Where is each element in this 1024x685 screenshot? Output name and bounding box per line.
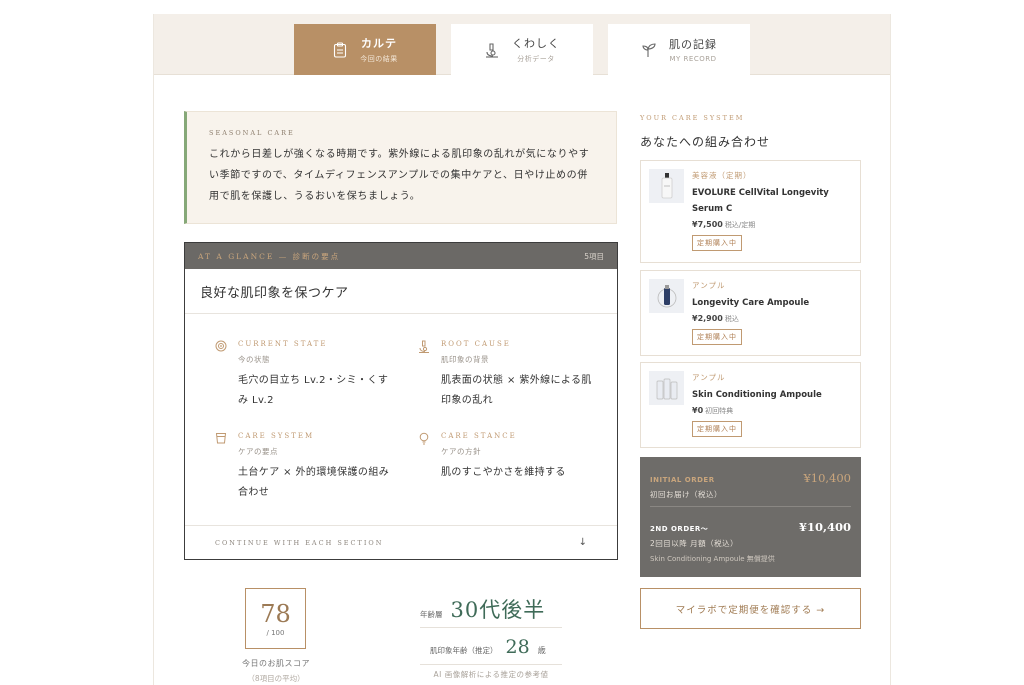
tab-karte-sublabel: 今回の結果 [360,55,398,63]
second-order-price: ¥10,400 [798,520,851,534]
serum-bottle-icon [649,169,684,203]
at-a-glance-title: AT A GLANCE — 診断の要点 [198,251,341,261]
subscription-badge: 定期購入中 [692,235,742,251]
age-group-label: 年齢層 [420,610,443,619]
second-order-sub: 2回目以降 月額（税込） [650,539,739,548]
initial-order-label: INITIAL ORDER [650,476,715,484]
tab-my-record[interactable]: 肌の記録 MY RECORD [608,24,750,75]
tab-my-record-label: 肌の記録 [669,38,717,51]
skin-score-box: 78 / 100 [245,588,306,649]
glance-cell-current-state: CURRENT STATE 今の状態 毛穴の目立ち Lv.2・シミ・くすみ Lv… [215,340,405,411]
product-price: ¥0 [692,406,704,415]
arrow-down-icon: ↓ [578,537,587,548]
cell-head: CARE SYSTEM [238,432,315,440]
glance-cell-root-cause: ROOT CAUSE 肌印象の背景 肌表面の状態 × 紫外線による肌印象の乱れ [418,340,608,411]
at-a-glance-card: AT A GLANCE — 診断の要点 5項目 良好な肌印象を保つケア CURR… [184,242,618,560]
cell-sub: 今の状態 [238,355,270,364]
second-order-label: 2ND ORDER〜 [650,525,709,533]
estimated-age-value: 28 [505,636,530,658]
subscription-badge: 定期購入中 [692,329,742,345]
estimated-age-label: 肌印象年齢（推定） [430,646,498,655]
initial-order-sub: 初回お届け（税込） [650,490,722,499]
cell-head: ROOT CAUSE [441,340,511,348]
seasonal-care-box: SEASONAL CARE これから日差しが強くなる時期です。紫外線による肌印象… [184,111,617,224]
age-group-value: 30代後半 [450,598,546,622]
product-name: EVOLURE CellVital Longevity Serum C [692,188,829,214]
age-group-row: 年齢層 30代後半 [420,594,545,624]
cup-icon [215,432,227,444]
tab-bar: カルテ 今回の結果 くわしく 分析データ 肌の記録 MY RECORD [154,14,890,75]
product-card-conditioning-ampoule[interactable]: アンプル Skin Conditioning Ampoule ¥0 初回特典 定期… [640,362,861,448]
second-order-row: 2ND ORDER〜 ¥10,400 2回目以降 月額（税込） Skin Con… [650,520,851,564]
product-tax-note: 税込/定期 [724,221,756,229]
product-category: アンプル [692,281,726,290]
seasonal-care-label: SEASONAL CARE [209,129,295,137]
initial-order-price: ¥10,400 [803,471,851,485]
order-summary: INITIAL ORDER ¥10,400 初回お届け（税込） 2ND ORDE… [640,457,861,577]
skin-score-label: 今日のお肌スコア [242,659,310,668]
estimated-age-unit: 歳 [537,646,546,655]
continue-sections-link[interactable]: CONTINUE WITH EACH SECTION ↓ [185,525,617,559]
sprout-icon [641,41,657,59]
cell-body: 土台ケア × 外的環境保護の組み合わせ [238,467,390,498]
skin-score-value: 78 [260,599,291,628]
divider [420,664,562,665]
continue-sections-text: CONTINUE WITH EACH SECTION [215,538,384,547]
microscope-icon [418,340,430,353]
product-name: Longevity Care Ampoule [692,298,810,308]
cell-sub: ケアの要点 [238,447,278,456]
glance-grid: CURRENT STATE 今の状態 毛穴の目立ち Lv.2・シミ・くすみ Lv… [185,314,617,526]
cell-body: 肌のすこやかさを維持する [441,467,566,478]
microscope-icon [484,41,500,59]
product-price: ¥7,500 [692,220,723,229]
cell-body: 毛穴の目立ち Lv.2・シミ・くすみ Lv.2 [238,375,389,406]
product-tax-note: 初回特典 [705,407,734,415]
bulb-icon [418,432,430,445]
care-system-title: あなたへの組み合わせ [640,135,771,149]
glance-summary-title: 良好な肌印象を保つケア [185,269,617,314]
skin-score-denominator: / 100 [266,628,285,637]
at-a-glance-count: 5項目 [584,251,604,261]
tab-karte-label: カルテ [361,37,397,50]
tab-my-record-sublabel: MY RECORD [669,55,717,63]
karte-page: カルテ 今回の結果 くわしく 分析データ 肌の記録 MY RECORD SEAS [153,14,891,685]
cell-sub: ケアの方針 [441,447,481,456]
second-order-note: Skin Conditioning Ampoule 無償提供 [650,555,775,563]
product-card-serum[interactable]: 美容液（定期） EVOLURE CellVital Longevity Seru… [640,160,861,263]
divider [650,506,851,507]
product-price: ¥2,900 [692,314,723,323]
product-tax-note: 税込 [724,315,739,323]
tab-details[interactable]: くわしく 分析データ [451,24,593,75]
product-category: 美容液（定期） [692,171,752,180]
subscription-badge: 定期購入中 [692,421,742,437]
skin-score-note: （8項目の平均） [247,674,305,683]
seasonal-care-text: これから日差しが強くなる時期です。紫外線による肌印象の乱れが気になりやすい季節で… [209,149,590,202]
cell-head: CURRENT STATE [238,340,328,348]
cell-sub: 肌印象の背景 [441,355,489,364]
target-icon [215,340,227,352]
product-name: Skin Conditioning Ampoule [692,390,822,400]
tab-details-sublabel: 分析データ [517,55,555,63]
clipboard-icon [332,41,348,59]
tab-details-label: くわしく [512,37,560,50]
glance-cell-care-stance: CARE STANCE ケアの方針 肌のすこやかさを維持する [418,432,608,483]
glance-cell-care-system: CARE SYSTEM ケアの要点 土台ケア × 外的環境保護の組み合わせ [215,432,405,503]
estimated-age-row: 肌印象年齢（推定） 28 歳 [430,636,546,658]
ampoule-set-icon [649,371,684,405]
ai-estimate-note: AI 画像解析による推定の参考値 [433,670,549,679]
tab-karte[interactable]: カルテ 今回の結果 [294,24,436,75]
at-a-glance-header: AT A GLANCE — 診断の要点 5項目 [185,243,617,269]
product-card-longevity-ampoule[interactable]: アンプル Longevity Care Ampoule ¥2,900 税込 定期購… [640,270,861,356]
initial-order-row: INITIAL ORDER ¥10,400 初回お届け（税込） [650,471,851,500]
divider [420,627,562,628]
cell-body: 肌表面の状態 × 紫外線による肌印象の乱れ [441,375,592,406]
ampoule-icon [649,279,684,313]
check-subscription-button[interactable]: マイラボで定期便を確認する → [640,588,861,629]
cell-head: CARE STANCE [441,432,517,440]
product-category: アンプル [692,373,726,382]
care-system-label: YOUR CARE SYSTEM [640,114,745,122]
